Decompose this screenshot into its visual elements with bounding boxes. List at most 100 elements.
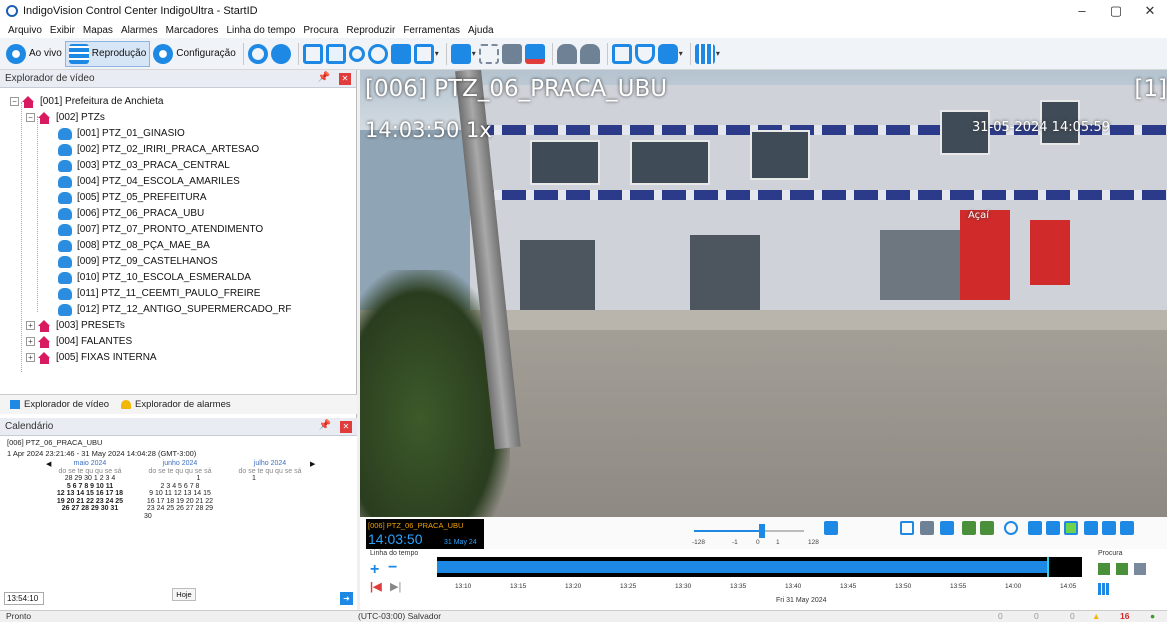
week-row[interactable]: 19 20 21 22 23 24 25 xyxy=(50,498,130,506)
timeline-track[interactable] xyxy=(437,557,1082,577)
tree-camera[interactable]: [009] PTZ_09_CASTELHANOS xyxy=(58,254,218,269)
week-row[interactable]: 1 xyxy=(230,475,310,483)
speed-slider[interactable] xyxy=(694,524,804,538)
week-row[interactable]: 30 xyxy=(140,513,220,521)
tree-site[interactable]: + [005] FIXAS INTERNA xyxy=(26,350,157,365)
search-person-icon[interactable] xyxy=(1098,563,1110,575)
alarm-warning-icon[interactable]: ▲ xyxy=(1092,611,1100,622)
tree-camera[interactable]: [011] PTZ_11_CEEMTI_PAULO_FREIRE xyxy=(58,286,260,301)
clip-start-icon[interactable] xyxy=(900,521,914,535)
time-input[interactable]: 13:54:10 xyxy=(4,592,44,605)
play-icon[interactable] xyxy=(1064,521,1078,535)
tree-camera[interactable]: [010] PTZ_10_ESCOLA_ESMERALDA xyxy=(58,270,251,285)
search-binoculars-icon[interactable] xyxy=(1134,563,1146,575)
expand-icon[interactable]: + xyxy=(26,337,35,346)
help-button[interactable] xyxy=(270,41,291,67)
tab-video-explorer[interactable]: Explorador de vídeo xyxy=(10,399,109,410)
maximize-button[interactable]: ▢ xyxy=(1099,0,1133,22)
rewind-icon[interactable] xyxy=(1046,521,1060,535)
save-button[interactable] xyxy=(390,41,411,67)
week-row[interactable]: 2 3 4 5 6 7 8 xyxy=(140,483,220,491)
tree-site[interactable]: − [002] PTZs xyxy=(26,110,105,125)
grid-layout-button[interactable]: ▾ xyxy=(694,41,720,67)
tree-site[interactable]: − [001] Prefeitura de Anchieta xyxy=(10,94,163,109)
timeline-cursor[interactable] xyxy=(1047,557,1050,577)
camera-layout-button[interactable]: ▾ xyxy=(450,41,476,67)
week-row[interactable]: 5 6 7 8 9 10 11 xyxy=(50,483,130,491)
refresh-button[interactable] xyxy=(247,41,268,67)
pause-icon[interactable] xyxy=(1084,521,1098,535)
tree-camera[interactable]: [004] PTZ_04_ESCOLA_AMARILES xyxy=(58,174,240,189)
tree-camera[interactable]: [003] PTZ_03_PRACA_CENTRAL xyxy=(58,158,230,173)
next-month-arrow-icon[interactable]: ▶ xyxy=(310,460,315,468)
menu-reproduzir[interactable]: Reproduzir xyxy=(346,25,395,36)
menu-ajuda[interactable]: Ajuda xyxy=(468,25,494,36)
month-title[interactable]: maio 2024 xyxy=(50,460,130,468)
playback-button[interactable]: Reprodução xyxy=(64,40,151,67)
pin-icon[interactable]: 📌 xyxy=(319,420,331,431)
week-row[interactable]: 28 29 30 1 2 3 4 xyxy=(50,475,130,483)
collapse-icon[interactable]: − xyxy=(10,97,19,106)
week-row[interactable]: 9 10 11 12 13 14 15 xyxy=(140,490,220,498)
window-button[interactable] xyxy=(325,41,346,67)
menu-procura[interactable]: Procura xyxy=(303,25,338,36)
grid-export-icon[interactable] xyxy=(962,521,976,535)
tree-camera-selected[interactable]: [006] PTZ_06_PRACA_UBU xyxy=(58,206,204,221)
week-row[interactable]: 26 27 28 29 30 31 xyxy=(50,505,130,513)
close-icon[interactable]: ✕ xyxy=(340,421,352,433)
menu-marcadores[interactable]: Marcadores xyxy=(166,25,219,36)
week-row[interactable]: 1 xyxy=(140,475,220,483)
speed-knob[interactable] xyxy=(759,524,766,538)
bell-button[interactable] xyxy=(556,41,577,67)
forward-icon[interactable] xyxy=(1102,521,1116,535)
search-vehicle-icon[interactable] xyxy=(1116,563,1128,575)
forward-fast-icon[interactable] xyxy=(1120,521,1134,535)
tree-camera[interactable]: [007] PTZ_07_PRONTO_ATENDIMENTO xyxy=(58,222,263,237)
shield-button[interactable] xyxy=(634,41,655,67)
link-icon[interactable] xyxy=(1004,521,1018,535)
zoom-out-icon[interactable]: − xyxy=(388,559,397,577)
menu-ferramentas[interactable]: Ferramentas xyxy=(403,25,460,36)
jump-end-icon[interactable]: ▶| xyxy=(390,580,401,593)
fullscreen-button[interactable] xyxy=(302,41,323,67)
close-icon[interactable]: ✕ xyxy=(339,73,351,85)
tree-camera[interactable]: [008] PTZ_08_PÇA_MAE_BA xyxy=(58,238,210,253)
crop-button[interactable] xyxy=(478,41,499,67)
config-button[interactable]: Configuração xyxy=(153,41,236,67)
lock-icon[interactable] xyxy=(824,521,838,535)
protect-button[interactable] xyxy=(611,41,632,67)
expand-icon[interactable]: + xyxy=(26,321,35,330)
jump-start-icon[interactable]: |◀ xyxy=(370,580,382,593)
go-arrow-icon[interactable]: ➜ xyxy=(340,592,353,605)
snapshot-button[interactable] xyxy=(501,41,522,67)
menu-arquivo[interactable]: Arquivo xyxy=(8,25,42,36)
week-row[interactable]: 12 13 14 15 16 17 18 xyxy=(50,490,130,498)
pin-icon[interactable]: 📌 xyxy=(318,72,330,83)
grid-alarm-button[interactable] xyxy=(524,41,545,67)
menu-linha-do-tempo[interactable]: Linha do tempo xyxy=(226,25,295,36)
tree-camera[interactable]: [002] PTZ_02_IRIRI_PRACA_ARTESAO xyxy=(58,142,259,157)
live-button[interactable]: Ao vivo xyxy=(6,41,62,67)
tree-site[interactable]: + [004] FALANTES xyxy=(26,334,132,349)
today-button[interactable]: Hoje xyxy=(172,588,196,601)
export-icon[interactable] xyxy=(920,521,934,535)
no-signal-button[interactable] xyxy=(367,41,388,67)
expand-icon[interactable]: + xyxy=(26,353,35,362)
minimize-button[interactable]: – xyxy=(1065,0,1099,22)
tree-camera[interactable]: [001] PTZ_01_GINASIO xyxy=(58,126,185,141)
tree-camera[interactable]: [012] PTZ_12_ANTIGO_SUPERMERCADO_RF xyxy=(58,302,292,317)
tab-alarm-explorer[interactable]: Explorador de alarmes xyxy=(121,399,231,410)
menu-mapas[interactable]: Mapas xyxy=(83,25,113,36)
zoom-in-icon[interactable]: + xyxy=(370,561,379,579)
rewind-fast-icon[interactable] xyxy=(1028,521,1042,535)
menu-exibir[interactable]: Exibir xyxy=(50,25,75,36)
week-row[interactable]: 23 24 25 26 27 28 29 xyxy=(140,505,220,513)
bookmark-icon[interactable] xyxy=(940,521,954,535)
bell-mute-button[interactable] xyxy=(579,41,600,67)
close-button[interactable]: ✕ xyxy=(1133,0,1167,22)
week-row[interactable]: 16 17 18 19 20 21 22 xyxy=(140,498,220,506)
tree-site[interactable]: + [003] PRESETs xyxy=(26,318,125,333)
tree-camera[interactable]: [005] PTZ_05_PREFEITURA xyxy=(58,190,207,205)
search-grid-icon[interactable] xyxy=(1098,583,1110,595)
menu-alarmes[interactable]: Alarmes xyxy=(121,25,158,36)
